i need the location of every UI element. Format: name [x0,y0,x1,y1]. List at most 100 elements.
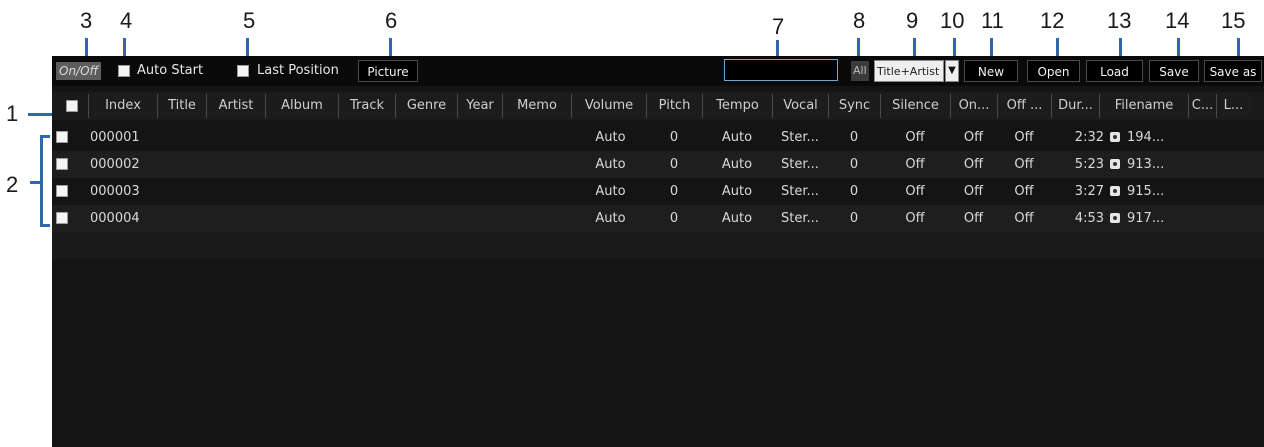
callout-line-6 [389,38,392,56]
auto-start-checkbox[interactable] [118,65,130,77]
row-filename: 917... [1127,211,1165,226]
media-file-icon [1110,132,1120,142]
table-row[interactable]: 000004 Auto 0 Auto Ster... 0 Off Off Off… [52,205,1264,232]
column-filename[interactable]: Filename [1099,94,1188,118]
row-silence: Off [905,211,925,226]
load-button[interactable]: Load [1086,60,1143,82]
row-off: Off [1014,130,1034,145]
search-field-select[interactable]: Title+Artist [874,60,944,82]
column-sync[interactable]: Sync [828,94,880,118]
all-button[interactable]: All [851,61,869,81]
column-tempo[interactable]: Tempo [702,94,772,118]
row-volume: Auto [595,211,626,226]
row-tempo: Auto [721,157,753,172]
row-sync: 0 [849,184,859,199]
save-button[interactable]: Save [1149,60,1199,82]
table-header: Index Title Artist Album Track Genre Yea… [52,92,1264,120]
column-off[interactable]: Off ... [997,94,1051,118]
column-genre[interactable]: Genre [395,94,457,118]
callout-line-13 [1119,38,1122,56]
row-pitch: 0 [669,130,679,145]
column-track[interactable]: Track [338,94,395,118]
row-tempo: Auto [721,130,753,145]
row-checkbox[interactable] [56,185,68,197]
column-c[interactable]: C... [1188,94,1216,118]
callout-line-11 [990,38,993,56]
column-title[interactable]: Title [157,94,206,118]
callout-4: 4 [120,8,133,33]
auto-start-label: Auto Start [137,63,204,78]
table-row[interactable]: 000001 Auto 0 Auto Ster... 0 Off Off Off… [52,124,1264,151]
last-position-label: Last Position [257,63,339,78]
save-as-button[interactable]: Save as [1204,60,1262,82]
callout-line-9 [913,38,916,56]
callout-line-8 [857,38,860,56]
column-duration[interactable]: Dur... [1051,94,1099,118]
column-pitch[interactable]: Pitch [646,94,702,118]
table-row[interactable]: 000003 Auto 0 Auto Ster... 0 Off Off Off… [52,178,1264,205]
row-sync: 0 [849,211,859,226]
callout-line-10 [953,38,956,56]
column-vocal[interactable]: Vocal [772,94,828,118]
row-volume: Auto [595,184,626,199]
table-row[interactable]: 000002 Auto 0 Auto Ster... 0 Off Off Off… [52,151,1264,178]
row-duration: 2:32 [1074,130,1104,145]
search-field-dropdown-button[interactable]: ▼ [945,60,959,82]
new-button[interactable]: New [964,60,1018,82]
search-input[interactable] [724,59,838,81]
row-silence: Off [905,130,925,145]
column-on[interactable]: On... [950,94,997,118]
callout-bracket-2-bottom [40,224,50,227]
row-on: Off [963,184,984,199]
callout-1: 1 [6,101,19,126]
row-index: 000003 [90,184,140,199]
row-duration: 4:53 [1074,211,1104,226]
column-silence[interactable]: Silence [880,94,950,118]
row-pitch: 0 [669,184,679,199]
row-filename: 194... [1127,130,1165,145]
column-artist[interactable]: Artist [206,94,265,118]
row-off: Off [1014,184,1034,199]
callout-11: 11 [981,8,1004,33]
column-album[interactable]: Album [265,94,338,118]
row-duration: 3:27 [1074,184,1104,199]
column-l[interactable]: L... [1216,94,1250,118]
callout-12: 12 [1040,8,1065,33]
callout-line-14 [1177,38,1180,56]
callout-6: 6 [385,8,398,33]
row-sync: 0 [849,130,859,145]
playlist-panel: On/Off Auto Start Last Position Picture … [52,56,1264,447]
toolbar: On/Off Auto Start Last Position Picture … [52,56,1264,86]
column-index[interactable]: Index [88,94,157,118]
row-checkbox[interactable] [56,212,68,224]
picture-button[interactable]: Picture [358,60,418,82]
row-sync: 0 [849,157,859,172]
on-off-toggle[interactable]: On/Off [56,62,102,80]
row-volume: Auto [595,130,626,145]
row-index: 000001 [90,130,140,145]
column-volume[interactable]: Volume [571,94,646,118]
row-filename: 915... [1127,184,1165,199]
select-all-checkbox[interactable] [66,100,78,112]
row-volume: Auto [595,157,626,172]
row-vocal: Ster... [781,184,819,199]
callout-14: 14 [1165,8,1190,33]
media-file-icon [1110,186,1120,196]
row-index: 000004 [90,211,140,226]
row-checkbox[interactable] [56,131,68,143]
media-file-icon [1110,213,1120,223]
row-tempo: Auto [721,184,753,199]
row-vocal: Ster... [781,130,819,145]
row-checkbox[interactable] [56,158,68,170]
column-year[interactable]: Year [457,94,502,118]
last-position-checkbox[interactable] [237,65,249,77]
row-off: Off [1014,211,1034,226]
row-vocal: Ster... [781,211,819,226]
column-memo[interactable]: Memo [502,94,571,118]
callout-8: 8 [853,8,866,33]
row-on: Off [963,211,984,226]
row-duration: 5:23 [1074,157,1104,172]
open-button[interactable]: Open [1027,60,1080,82]
media-file-icon [1110,159,1120,169]
row-on: Off [963,157,984,172]
